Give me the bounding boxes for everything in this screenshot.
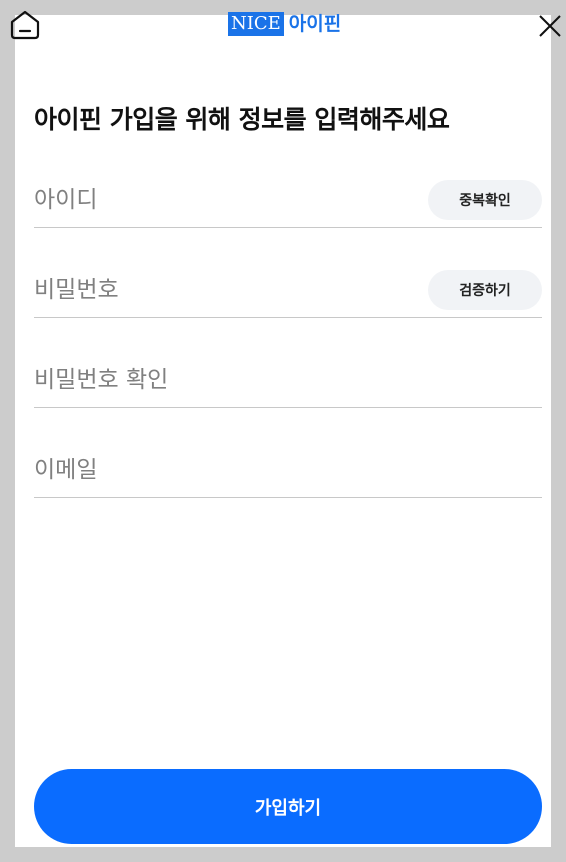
check-duplicate-button[interactable]: 중복확인	[428, 180, 542, 220]
email-input[interactable]	[34, 450, 414, 490]
home-icon	[10, 10, 40, 40]
close-icon	[539, 15, 561, 37]
password-confirm-input[interactable]	[34, 360, 414, 400]
user-id-field: 중복확인	[34, 180, 542, 228]
signup-button[interactable]: 가입하기	[34, 769, 542, 844]
modal-backdrop: NICE 아이핀 아이핀 가입을 위해 정보를 입력해주세요 중복확인 검증하기…	[0, 0, 566, 862]
logo-box: NICE	[228, 12, 284, 36]
password-field: 검증하기	[34, 270, 542, 318]
page-title: 아이핀 가입을 위해 정보를 입력해주세요	[34, 105, 450, 134]
logo-text: 아이핀	[288, 13, 342, 35]
password-confirm-field	[34, 360, 542, 408]
close-button[interactable]	[538, 14, 562, 38]
password-input[interactable]	[34, 270, 414, 310]
email-field	[34, 450, 542, 498]
verify-password-button[interactable]: 검증하기	[428, 270, 542, 310]
home-button[interactable]	[8, 8, 42, 42]
nice-ipin-logo: NICE 아이핀	[228, 12, 341, 36]
user-id-input[interactable]	[34, 180, 414, 220]
signup-panel	[15, 15, 551, 847]
